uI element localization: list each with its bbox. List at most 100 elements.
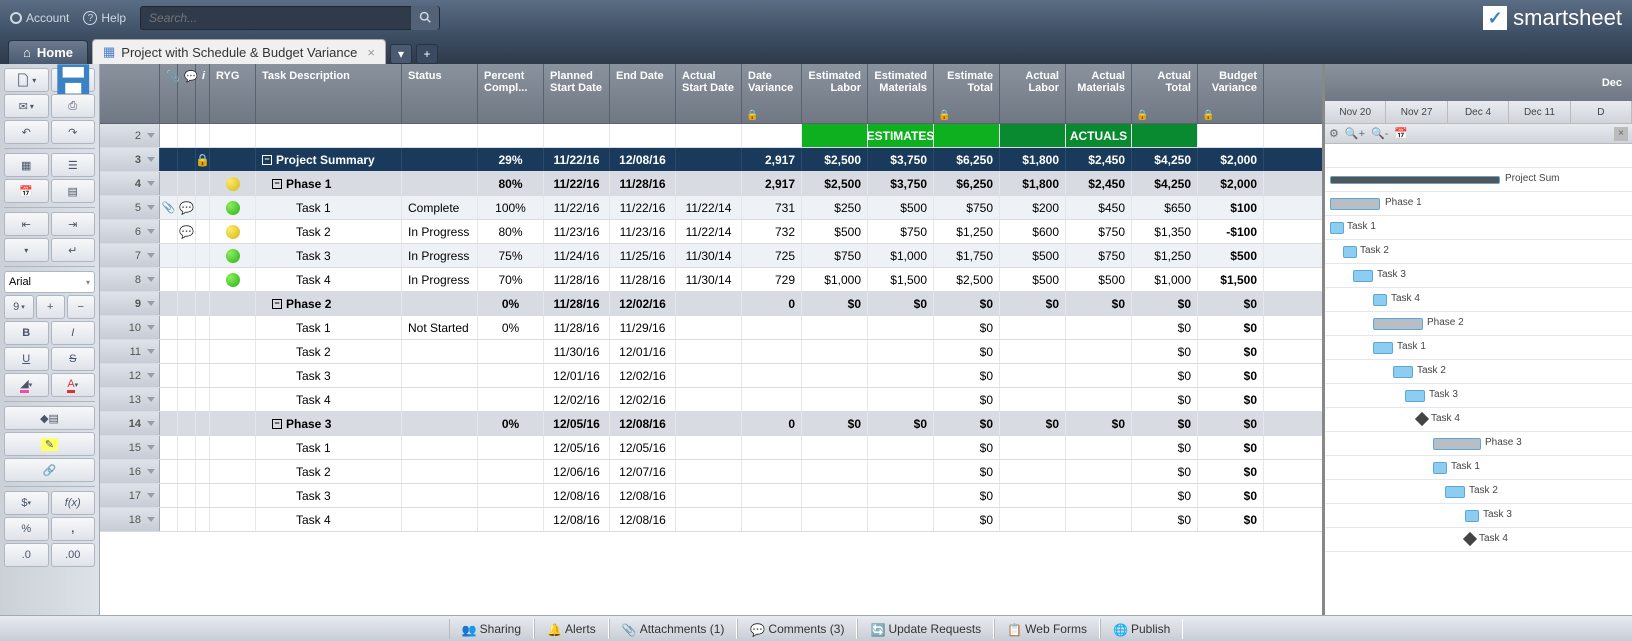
status-cell[interactable] <box>402 508 478 531</box>
percent-button[interactable]: % <box>4 517 49 541</box>
new-tab-button[interactable]: + <box>416 44 438 64</box>
table-row[interactable]: 15Task 112/05/1612/05/16$0$0$0 <box>100 436 1322 460</box>
gantt-milestone[interactable] <box>1463 532 1477 546</box>
strike-button[interactable]: S <box>51 347 96 371</box>
pstart-header[interactable]: Planned Start Date <box>544 64 610 123</box>
paperclip-icon[interactable]: 📎 <box>162 201 176 214</box>
row-number[interactable]: 10 <box>100 316 160 339</box>
end-header[interactable]: End Date <box>610 64 676 123</box>
highlight-button[interactable]: ✎ <box>4 432 95 456</box>
conditional-format-button[interactable]: ◆▤ <box>4 406 95 430</box>
bubble-icon[interactable]: 💬 <box>179 201 194 215</box>
collapse-icon[interactable]: − <box>272 179 282 189</box>
table-row[interactable]: 3🔒−Project Summary29%11/22/1612/08/162,9… <box>100 148 1322 172</box>
status-header[interactable]: Status <box>402 64 478 123</box>
row-number[interactable]: 2 <box>100 124 160 147</box>
account-link[interactable]: Account <box>10 11 69 25</box>
redo-button[interactable]: ↷ <box>51 120 96 144</box>
ryg-header[interactable]: RYG <box>210 64 256 123</box>
help-link[interactable]: ? Help <box>83 11 126 25</box>
gantt-bar[interactable] <box>1373 318 1423 330</box>
comma-button[interactable]: , <box>51 517 96 541</box>
elabor-header[interactable]: Estimated Labor <box>802 64 868 123</box>
font-shrink-button[interactable]: − <box>67 295 96 319</box>
dec-decrease-button[interactable]: .00 <box>51 543 96 567</box>
status-cell[interactable]: Complete <box>402 196 478 219</box>
outdent-button[interactable]: ⇤ <box>4 212 49 236</box>
wrap-button[interactable]: ↵ <box>51 238 96 262</box>
indent-button[interactable]: ⇥ <box>51 212 96 236</box>
status-cell[interactable]: In Progress <box>402 244 478 267</box>
status-cell[interactable] <box>402 412 478 435</box>
comments-button[interactable]: 💬Comments (3) <box>737 619 857 639</box>
gantt-bar[interactable] <box>1433 438 1481 450</box>
gantt-today-icon[interactable]: 📅 <box>1394 127 1408 140</box>
status-cell[interactable] <box>402 148 478 171</box>
gantt-bar[interactable] <box>1405 390 1425 402</box>
status-cell[interactable]: In Progress <box>402 268 478 291</box>
font-size-select[interactable]: 9▾ <box>4 295 34 319</box>
row-number[interactable]: 17 <box>100 484 160 507</box>
italic-button[interactable]: I <box>51 321 96 345</box>
grid-view-button[interactable]: ▦ <box>4 153 49 177</box>
gantt-milestone[interactable] <box>1415 412 1429 426</box>
font-select[interactable]: Arial▾ <box>4 271 95 293</box>
status-cell[interactable] <box>402 292 478 315</box>
publish-button[interactable]: 🌐Publish <box>1100 619 1183 639</box>
row-number[interactable]: 15 <box>100 436 160 459</box>
table-row[interactable]: 8Task 4In Progress70%11/28/1611/28/1611/… <box>100 268 1322 292</box>
gantt-settings-icon[interactable]: ⚙ <box>1329 127 1339 140</box>
status-cell[interactable] <box>402 460 478 483</box>
astart-header[interactable]: Actual Start Date <box>676 64 742 123</box>
rownum-header[interactable] <box>100 64 160 123</box>
status-cell[interactable] <box>402 364 478 387</box>
update-requests-button[interactable]: 🔄Update Requests <box>857 619 994 639</box>
pct-header[interactable]: Percent Compl... <box>478 64 544 123</box>
undo-button[interactable]: ↶ <box>4 120 49 144</box>
gantt-view-button[interactable]: ☰ <box>51 153 96 177</box>
gantt-bar[interactable] <box>1330 198 1380 210</box>
attach-header[interactable]: 📎 <box>160 64 178 123</box>
table-row[interactable]: 10Task 1Not Started0%11/28/1611/29/16$0$… <box>100 316 1322 340</box>
status-cell[interactable] <box>402 340 478 363</box>
fill-color-button[interactable]: ◢▾ <box>4 373 49 397</box>
save-button[interactable] <box>51 68 96 92</box>
row-number[interactable]: 4 <box>100 172 160 195</box>
table-row[interactable]: 16Task 212/06/1612/07/16$0$0$0 <box>100 460 1322 484</box>
table-row[interactable]: 14−Phase 30%12/05/1612/08/160$0$0$0$0$0$… <box>100 412 1322 436</box>
row-number[interactable]: 8 <box>100 268 160 291</box>
alerts-button[interactable]: 🔔Alerts <box>534 619 609 639</box>
row-number[interactable]: 9 <box>100 292 160 315</box>
row-number[interactable]: 12 <box>100 364 160 387</box>
search-button[interactable] <box>411 6 439 30</box>
bold-button[interactable]: B <box>4 321 49 345</box>
status-cell[interactable]: Not Started <box>402 316 478 339</box>
table-row[interactable]: 6💬Task 2In Progress80%11/23/1611/23/1611… <box>100 220 1322 244</box>
status-cell[interactable]: In Progress <box>402 220 478 243</box>
gantt-bar[interactable] <box>1373 294 1387 306</box>
formula-button[interactable]: f(x) <box>51 491 96 515</box>
alabor-header[interactable]: Actual Labor <box>1000 64 1066 123</box>
status-cell[interactable] <box>402 388 478 411</box>
gantt-bar[interactable] <box>1465 510 1479 522</box>
table-row[interactable]: 12Task 312/01/1612/02/16$0$0$0 <box>100 364 1322 388</box>
status-cell[interactable] <box>402 484 478 507</box>
bvar-header[interactable]: Budget Variance🔒 <box>1198 64 1264 123</box>
status-cell[interactable] <box>402 436 478 459</box>
link-button[interactable]: 🔗 <box>4 458 95 482</box>
emat-header[interactable]: Estimated Materials <box>868 64 934 123</box>
font-grow-button[interactable]: + <box>36 295 65 319</box>
table-row[interactable]: 13Task 412/02/1612/02/16$0$0$0 <box>100 388 1322 412</box>
gantt-bar[interactable] <box>1433 462 1447 474</box>
gantt-bar[interactable] <box>1445 486 1465 498</box>
table-row[interactable]: 9−Phase 20%11/28/1612/02/160$0$0$0$0$0$0… <box>100 292 1322 316</box>
gantt-bar[interactable] <box>1343 246 1357 258</box>
gantt-bar[interactable] <box>1353 270 1373 282</box>
collapse-icon[interactable]: − <box>272 419 282 429</box>
row-number[interactable]: 5 <box>100 196 160 219</box>
discussion-header[interactable]: 💬 <box>178 64 196 123</box>
attachments-button[interactable]: 📎Attachments (1) <box>609 619 738 639</box>
row-number[interactable]: 14 <box>100 412 160 435</box>
gantt-zoomout-icon[interactable]: 🔍- <box>1371 127 1388 140</box>
webforms-button[interactable]: 📋Web Forms <box>994 619 1100 639</box>
